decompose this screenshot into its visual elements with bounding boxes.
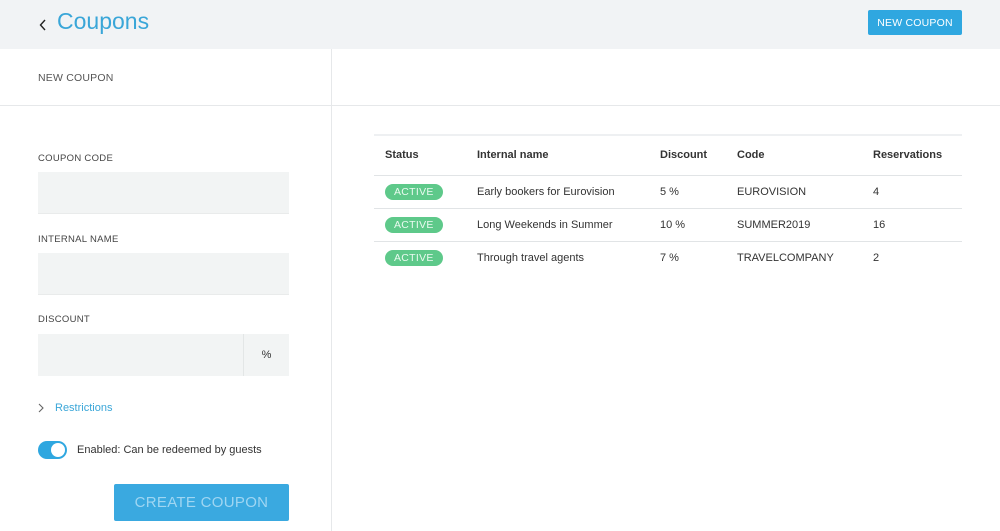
internal-name-cell: Long Weekends in Summer (477, 208, 660, 242)
coupon-code-label: COUPON CODE (38, 153, 114, 164)
coupons-table: Status Internal name Discount Code Reser… (374, 134, 962, 274)
discount-cell: 5 % (660, 175, 737, 209)
status-badge: ACTIVE (385, 216, 443, 233)
reservations-cell: 16 (873, 208, 962, 242)
column-header-code[interactable]: Code (737, 136, 873, 176)
create-coupon-button[interactable]: CREATE COUPON (114, 484, 289, 521)
column-header-status[interactable]: Status (374, 136, 477, 176)
internal-name-input[interactable] (38, 253, 289, 295)
panel-title: NEW COUPON (38, 72, 114, 84)
page-title: Coupons (57, 8, 150, 34)
back-button[interactable] (36, 14, 50, 36)
chevron-left-icon (39, 19, 46, 31)
discount-field: % (38, 334, 289, 376)
percent-suffix: % (244, 334, 289, 376)
code-cell: EUROVISION (737, 175, 873, 209)
new-coupon-button[interactable]: NEW COUPON (868, 10, 962, 35)
table-row[interactable]: ACTIVE Through travel agents 7 % TRAVELC… (374, 241, 962, 274)
enabled-label: Enabled: Can be redeemed by guests (77, 444, 262, 456)
internal-name-cell: Early bookers for Eurovision (477, 175, 660, 209)
restrictions-toggle[interactable]: Restrictions (38, 402, 112, 414)
reservations-cell: 2 (873, 251, 880, 264)
coupon-code-input[interactable] (38, 172, 289, 214)
enabled-toggle[interactable] (38, 441, 67, 459)
table-row[interactable]: ACTIVE Long Weekends in Summer 10 % SUMM… (374, 208, 962, 242)
discount-label: DISCOUNT (38, 314, 91, 325)
code-cell: SUMMER2019 (737, 208, 873, 242)
discount-cell: 10 % (660, 208, 737, 242)
column-header-discount[interactable]: Discount (660, 136, 737, 176)
status-badge: ACTIVE (385, 183, 443, 200)
list-header-area (332, 49, 1000, 106)
enabled-row: Enabled: Can be redeemed by guests (38, 441, 262, 459)
top-bar: Coupons NEW COUPON (0, 0, 1000, 49)
column-header-internal-name[interactable]: Internal name (477, 136, 660, 176)
reservations-cell: 4 (873, 175, 962, 209)
code-cell: TRAVELCOMPANY (737, 251, 834, 264)
discount-cell: 7 % (660, 251, 679, 264)
internal-name-cell: Through travel agents (477, 251, 585, 264)
panel-header: NEW COUPON (0, 49, 332, 106)
internal-name-label: INTERNAL NAME (38, 234, 119, 245)
discount-input[interactable] (38, 334, 244, 376)
table-header-row: Status Internal name Discount Code Reser… (374, 136, 962, 176)
column-header-reservations[interactable]: Reservations (873, 136, 962, 176)
table-row[interactable]: ACTIVE Early bookers for Eurovision 5 % … (374, 175, 962, 209)
toggle-knob (51, 443, 65, 457)
restrictions-label: Restrictions (55, 402, 113, 414)
chevron-right-icon (38, 402, 48, 414)
status-badge: ACTIVE (385, 249, 443, 266)
